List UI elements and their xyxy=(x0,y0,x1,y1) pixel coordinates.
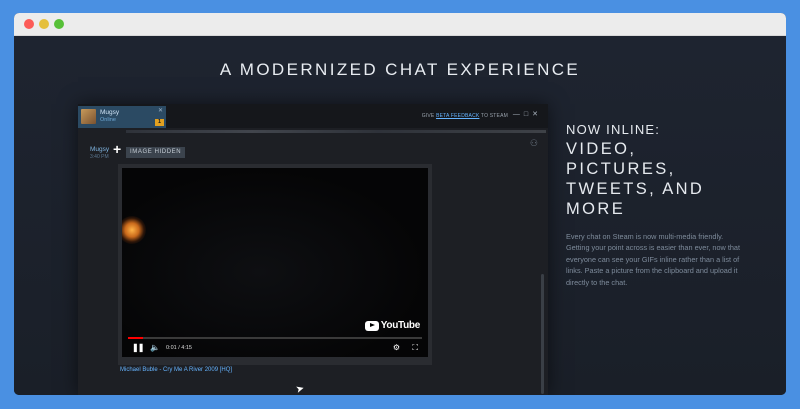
hero-title: A MODERNIZED CHAT EXPERIENCE xyxy=(219,60,581,79)
feature-kicker: NOW INLINE: xyxy=(566,122,661,137)
settings-gear-icon[interactable]: ⚙ xyxy=(393,343,400,353)
minimize-window-button[interactable] xyxy=(39,19,49,29)
youtube-logo[interactable]: YouTube xyxy=(364,320,421,331)
mouse-cursor-icon: ➤ xyxy=(294,383,306,395)
youtube-brand-text: YouTube xyxy=(380,320,421,331)
expand-icon[interactable]: + xyxy=(113,141,121,157)
window-controls[interactable]: —□✕ xyxy=(513,110,542,118)
volume-icon[interactable]: 🔈 xyxy=(150,343,160,353)
pause-icon[interactable]: ❚❚ xyxy=(132,343,144,353)
close-icon[interactable]: ✕ xyxy=(158,107,163,114)
feature-line: VIDEO, xyxy=(566,140,637,158)
tab-friend-name: Mugsy xyxy=(100,109,120,116)
chat-scrollbar[interactable] xyxy=(541,274,544,394)
youtube-video-player[interactable]: YouTube ❚❚ 🔈 0:01 / 4:15 ⚙ ⛶ xyxy=(122,168,428,357)
browser-window: A MODERNIZED CHAT EXPERIENCE Mugsy Onlin… xyxy=(14,13,786,395)
feature-line: TWEETS, AND xyxy=(566,180,705,198)
video-light-glow xyxy=(122,216,146,244)
image-hidden-button[interactable]: IMAGE HIDDEN xyxy=(126,147,186,158)
shared-media-strip xyxy=(126,130,546,133)
fullscreen-icon[interactable]: ⛶ xyxy=(412,343,418,353)
steam-chat-window: Mugsy Online ✕ 1 GIVE BETA FEEDBACK TO S… xyxy=(78,104,548,395)
unread-badge: 1 xyxy=(155,119,164,126)
add-friend-icon[interactable]: ⚇ xyxy=(530,138,538,149)
beta-feedback-link[interactable]: BETA FEEDBACK xyxy=(436,113,479,119)
feature-headline: VIDEO, PICTURES, TWEETS, AND MORE xyxy=(566,139,776,219)
tab-friend-status: Online xyxy=(100,117,116,123)
message-sender[interactable]: Mugsy xyxy=(90,146,109,153)
feature-line: PICTURES, xyxy=(566,160,676,178)
youtube-play-icon xyxy=(364,320,379,331)
feedback-suffix: TO STEAM xyxy=(480,113,508,119)
video-controls: ❚❚ 🔈 0:01 / 4:15 ⚙ ⛶ xyxy=(130,343,420,353)
maximize-window-button[interactable] xyxy=(54,19,64,29)
video-progress-bar[interactable] xyxy=(128,337,422,339)
feedback-prefix: GIVE xyxy=(421,113,435,119)
browser-titlebar xyxy=(14,13,786,36)
message-time: 3:40 PM xyxy=(90,154,109,160)
page-content: A MODERNIZED CHAT EXPERIENCE Mugsy Onlin… xyxy=(14,36,786,395)
video-time: 0:01 / 4:15 xyxy=(166,345,192,351)
beta-feedback: GIVE BETA FEEDBACK TO STEAM xyxy=(422,113,508,119)
video-progress-fill xyxy=(128,337,143,339)
video-title-link[interactable]: Michael Buble - Cry Me A River 2009 [HQ] xyxy=(120,367,232,373)
avatar xyxy=(81,109,96,124)
feature-description: Every chat on Steam is now multi-media f… xyxy=(566,232,741,287)
feature-line: MORE xyxy=(566,200,626,218)
close-window-button[interactable] xyxy=(24,19,34,29)
chat-tab-mugsy[interactable]: Mugsy Online ✕ 1 xyxy=(78,106,166,128)
